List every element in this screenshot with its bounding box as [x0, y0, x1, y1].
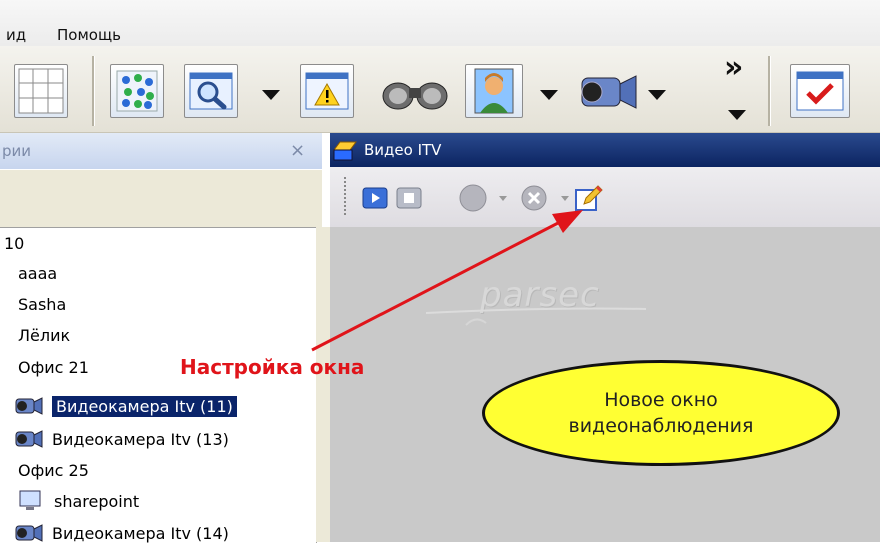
play-button[interactable] — [362, 187, 388, 213]
annotation-label: Настройка окна — [180, 355, 365, 379]
colored-dots-button[interactable] — [110, 64, 164, 118]
video-camera-icon — [581, 75, 637, 109]
monitor-icon — [19, 490, 41, 510]
record-dropdown-arrow[interactable] — [499, 196, 507, 201]
tree-item-label: Видеокамера Itv (13) — [52, 429, 229, 449]
checklist-button[interactable] — [790, 64, 850, 118]
oval-line-2: видеонаблюдения — [568, 415, 754, 437]
menu-help[interactable]: Помощь — [57, 26, 121, 44]
camera-dropdown-arrow[interactable] — [648, 90, 666, 100]
tree-item[interactable]: 10 — [4, 228, 24, 258]
record-icon — [459, 184, 487, 212]
left-panel-toolbar-area — [0, 170, 322, 227]
tree-item-label: Офис 25 — [18, 460, 89, 480]
tree-item-selected[interactable]: Видеокамера Itv (11) — [14, 391, 237, 421]
binoculars-icon — [382, 82, 448, 110]
user-portrait-icon — [474, 68, 514, 114]
grid-layout-icon — [18, 68, 64, 114]
magnify-window-icon — [189, 72, 233, 110]
pane-splitter[interactable] — [316, 227, 330, 542]
checklist-icon — [796, 71, 844, 111]
tree-item[interactable]: Sasha — [18, 289, 66, 319]
tree-item[interactable]: Лёлик — [18, 320, 70, 350]
tree-item-label: Офис 21 — [18, 357, 89, 377]
tree-item-label: sharepoint — [54, 491, 140, 511]
stop-icon — [396, 187, 422, 209]
tree-item-label: Sasha — [18, 294, 67, 314]
edit-settings-icon — [575, 185, 603, 211]
callout-oval: Новое окно видеонаблюдения — [482, 360, 840, 466]
oval-line-1: Новое окно — [604, 389, 718, 411]
play-icon — [362, 187, 388, 209]
tree-item-label: Видеокамера Itv (11) — [52, 395, 237, 417]
menu-view[interactable]: ид — [6, 26, 26, 44]
toolbar-separator — [768, 56, 771, 126]
toolbar-separator — [92, 56, 95, 126]
tree-item[interactable]: Офис 21 — [18, 352, 89, 382]
tree-item-label: аааа — [18, 263, 58, 283]
main-toolbar: » — [0, 46, 880, 133]
camera-icon — [15, 430, 43, 448]
stop-button[interactable] — [396, 187, 422, 213]
left-panel-title: рии — [2, 142, 32, 160]
user-dropdown-arrow[interactable] — [540, 90, 558, 100]
tree-item[interactable]: Видеокамера Itv (13) — [14, 424, 229, 454]
record-button[interactable] — [458, 184, 488, 216]
tree-item[interactable]: Видеокамера Itv (14) — [14, 518, 229, 548]
left-panel-header: рии × — [0, 133, 322, 169]
close-stream-button[interactable] — [520, 184, 548, 216]
toolbar-overflow-button[interactable]: » — [724, 50, 743, 85]
close-circle-icon — [521, 185, 547, 211]
close-dropdown-arrow[interactable] — [561, 196, 569, 201]
tree-item-label: 10 — [4, 233, 25, 253]
video-window-titlebar: Видео ITV — [330, 133, 880, 167]
menu-bar: ид Помощь — [0, 0, 880, 46]
toolbar-overflow-arrow[interactable] — [728, 110, 746, 120]
colored-dots-icon — [116, 70, 158, 112]
grid-layout-button[interactable] — [14, 64, 68, 118]
magnify-dropdown-arrow[interactable] — [262, 90, 280, 100]
binoculars-button[interactable] — [380, 74, 450, 118]
warning-window-icon — [305, 72, 349, 110]
tree-item-label: Видеокамера Itv (14) — [52, 523, 229, 543]
tree-item[interactable]: аааа — [18, 258, 57, 288]
user-portrait-button[interactable] — [465, 64, 523, 118]
video-window-title: Видео ITV — [364, 141, 442, 159]
magnify-window-button[interactable] — [184, 64, 238, 118]
camera-icon — [15, 524, 43, 542]
watermark-swoosh — [426, 307, 647, 326]
tree-item[interactable]: sharepoint — [18, 486, 139, 516]
toolbar-grip-icon — [344, 177, 346, 217]
tree-item[interactable]: Офис 25 — [18, 455, 89, 485]
window-icon — [333, 141, 357, 161]
category-tree: 10 аааа Sasha Лёлик Офис 21 Видеокамера … — [0, 227, 317, 543]
video-camera-button[interactable] — [574, 66, 640, 122]
window-settings-button[interactable] — [574, 184, 604, 216]
close-icon[interactable]: × — [290, 140, 305, 161]
warning-window-button[interactable] — [300, 64, 354, 118]
video-window-toolbar — [330, 167, 880, 227]
tree-item-label: Лёлик — [18, 325, 71, 345]
camera-icon — [15, 397, 43, 415]
